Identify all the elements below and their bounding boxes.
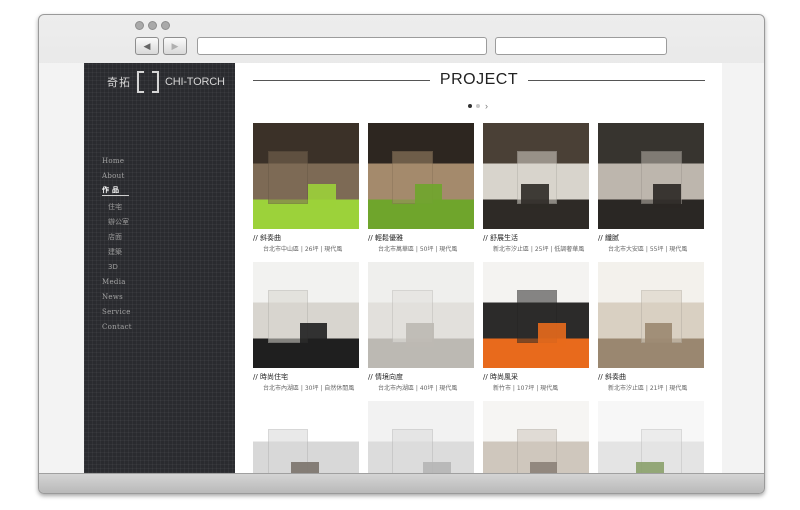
- header-divider-left: [253, 79, 430, 81]
- project-title[interactable]: // 斜奏曲: [598, 373, 704, 382]
- project-card[interactable]: // 時尚住宅 台北市內湖區 | 30坪 | 自然休閒風: [253, 262, 359, 393]
- submenu-item[interactable]: 住宅: [102, 200, 235, 215]
- project-title[interactable]: // 纖腻: [598, 234, 704, 243]
- project-card[interactable]: // 纖腻台北市大安區 | 55坪 | 現代風: [598, 123, 704, 254]
- browser-viewport: 奇拓 CHI-TORCH Home About 作 品住宅 辦公室 店面 建築 3D Medi…: [39, 63, 764, 473]
- submenu-item[interactable]: 3D: [102, 260, 235, 275]
- submenu-item[interactable]: 辦公室: [102, 215, 235, 230]
- window-controls: [135, 21, 170, 30]
- project-thumbnail[interactable]: [253, 262, 359, 368]
- browser-window: ◀ ▶ 奇拓 CHI-TORCH Home About 作 品住宅 辦公室 店面 建築 3D…: [38, 14, 765, 494]
- project-title[interactable]: // 時尚風采: [483, 373, 589, 382]
- page-header: PROJECT: [253, 70, 706, 90]
- project-meta: 新北市汐止區 | 21坪 | 現代風: [608, 385, 688, 392]
- main-content: PROJECT › // 斜奏曲 台北市中山區 | 26坪 | 現代風// 輕鬆優…: [235, 63, 722, 473]
- site-logo[interactable]: 奇拓 CHI-TORCH: [107, 71, 225, 93]
- close-window-icon[interactable]: [135, 21, 144, 30]
- minimize-window-icon[interactable]: [148, 21, 157, 30]
- project-meta: 台北市大安區 | 55坪 | 現代風: [608, 246, 688, 253]
- project-meta: 新北市汐止區 | 25坪 | 低調奢華風: [493, 246, 585, 253]
- zoom-window-icon[interactable]: [161, 21, 170, 30]
- project-card[interactable]: // 輕鬆優雅 台北市萬華區 | 50坪 | 現代風: [368, 123, 474, 254]
- menu-item[interactable]: Home: [102, 154, 235, 169]
- project-meta: 台北市內湖區 | 40坪 | 現代風: [378, 385, 458, 392]
- project-meta: 新竹市 | 107坪 | 現代風: [493, 385, 559, 392]
- project-title[interactable]: // 情境向度: [368, 373, 474, 382]
- pagination-dot[interactable]: [468, 104, 472, 108]
- forward-button[interactable]: ▶: [163, 37, 187, 55]
- project-title[interactable]: // 輕鬆優雅: [368, 234, 474, 243]
- project-title[interactable]: // 時尚住宅: [253, 373, 359, 382]
- project-thumbnail[interactable]: [368, 262, 474, 368]
- project-card[interactable]: [598, 401, 704, 473]
- header-divider-right: [528, 79, 706, 81]
- arrow-right-icon: ▶: [171, 40, 179, 51]
- project-card[interactable]: // 斜奏曲 台北市中山區 | 26坪 | 現代風: [253, 123, 359, 254]
- project-thumbnail[interactable]: [253, 123, 359, 229]
- project-thumbnail[interactable]: [483, 123, 589, 229]
- project-thumbnail[interactable]: [598, 401, 704, 473]
- project-card[interactable]: // 舒展生活 新北市汐止區 | 25坪 | 低調奢華風: [483, 123, 589, 254]
- pagination: ›: [468, 102, 488, 111]
- project-meta: 台北市萬華區 | 50坪 | 現代風: [378, 246, 458, 253]
- address-bar[interactable]: [197, 37, 487, 55]
- project-grid: // 斜奏曲 台北市中山區 | 26坪 | 現代風// 輕鬆優雅 台北市萬華區 | …: [253, 123, 705, 473]
- submenu-item[interactable]: 建築: [102, 245, 235, 260]
- project-card[interactable]: // 時尚風采新竹市 | 107坪 | 現代風: [483, 262, 589, 393]
- project-thumbnail[interactable]: [598, 262, 704, 368]
- project-card[interactable]: // 斜奏曲 新北市汐止區 | 21坪 | 現代風: [598, 262, 704, 393]
- website: 奇拓 CHI-TORCH Home About 作 品住宅 辦公室 店面 建築 3D Medi…: [84, 63, 722, 473]
- project-thumbnail[interactable]: [368, 123, 474, 229]
- project-thumbnail[interactable]: [483, 262, 589, 368]
- menu-item[interactable]: About: [102, 169, 235, 184]
- menu-item[interactable]: Contact: [102, 320, 235, 335]
- logo-chinese-name: 奇拓: [107, 77, 131, 89]
- menu-item[interactable]: News: [102, 290, 235, 305]
- menu-item[interactable]: Media: [102, 275, 235, 290]
- project-thumbnail[interactable]: [253, 401, 359, 473]
- project-title[interactable]: // 斜奏曲: [253, 234, 359, 243]
- pagination-dot[interactable]: [476, 104, 480, 108]
- arrow-left-icon: ◀: [143, 40, 151, 51]
- page-title: PROJECT: [439, 71, 519, 88]
- project-title[interactable]: // 舒展生活: [483, 234, 589, 243]
- sidebar: 奇拓 CHI-TORCH Home About 作 品住宅 辦公室 店面 建築 3D Medi…: [84, 63, 235, 473]
- submenu-item[interactable]: 店面: [102, 230, 235, 245]
- chevron-right-icon[interactable]: ›: [485, 102, 488, 111]
- logo-english-name: CHI-TORCH: [165, 76, 225, 88]
- search-bar[interactable]: [495, 37, 667, 55]
- browser-status-bar: [39, 473, 764, 493]
- back-button[interactable]: ◀: [135, 37, 159, 55]
- project-card[interactable]: [483, 401, 589, 473]
- project-card[interactable]: [253, 401, 359, 473]
- project-thumbnail[interactable]: [483, 401, 589, 473]
- project-thumbnail[interactable]: [598, 123, 704, 229]
- project-card[interactable]: // 情境向度 台北市內湖區 | 40坪 | 現代風: [368, 262, 474, 393]
- project-thumbnail[interactable]: [368, 401, 474, 473]
- project-meta: 台北市中山區 | 26坪 | 現代風: [263, 246, 343, 253]
- bracket-logo-icon: [137, 71, 159, 93]
- menu-item[interactable]: Service: [102, 305, 235, 320]
- menu-item[interactable]: 作 品: [102, 184, 129, 196]
- project-meta: 台北市內湖區 | 30坪 | 自然休閒風: [263, 385, 355, 392]
- sidebar-menu: Home About 作 品住宅 辦公室 店面 建築 3D Media News Service C…: [102, 154, 235, 335]
- project-card[interactable]: [368, 401, 474, 473]
